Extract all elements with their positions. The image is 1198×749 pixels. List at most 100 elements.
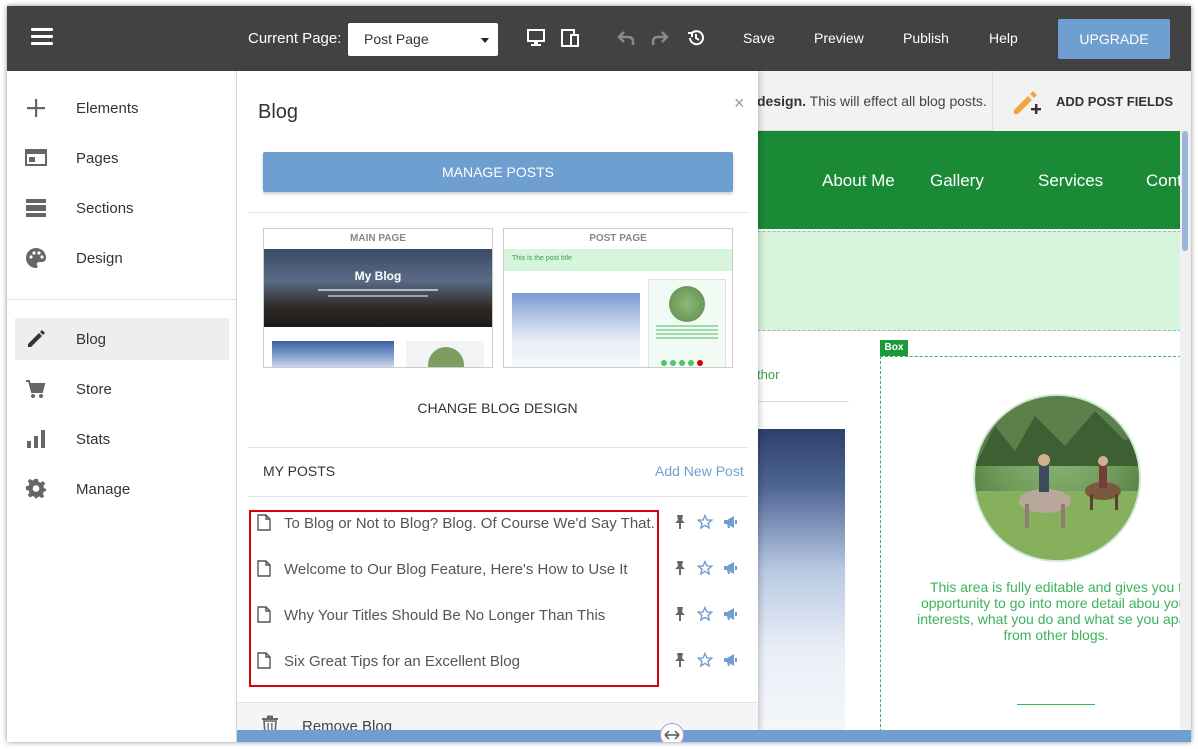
pin-icon[interactable] (672, 652, 688, 668)
upgrade-button[interactable]: UPGRADE (1058, 19, 1170, 59)
document-icon (257, 652, 271, 669)
thumbnail-social-dot (697, 360, 703, 366)
box-divider (1017, 704, 1095, 705)
sidebar-item-label: Manage (76, 481, 131, 498)
star-icon[interactable] (697, 606, 713, 622)
thumbnail-caption: MAIN PAGE (350, 233, 406, 244)
document-icon (257, 606, 271, 623)
box-label: Box (880, 340, 908, 356)
sections-icon (26, 199, 46, 217)
pencil-plus-icon (1014, 91, 1041, 114)
panel-divider (248, 212, 748, 213)
undo-icon[interactable] (616, 28, 636, 48)
post-title: To Blog or Not to Blog? Blog. Of Course … (284, 515, 655, 532)
preview-button[interactable]: Preview (814, 30, 864, 46)
megaphone-icon[interactable] (722, 652, 738, 668)
app-window: Current Page: Post Page Save Preview Pub… (7, 6, 1191, 742)
sidebar-item-stats[interactable]: Stats (15, 418, 229, 460)
thumbnail-text-line (328, 295, 428, 297)
panel-title: Blog (258, 101, 299, 123)
sidebar-divider (7, 299, 237, 300)
desktop-view-icon[interactable] (526, 28, 546, 48)
thumbnail-social-dot (661, 360, 667, 366)
chevron-down-icon (481, 38, 489, 43)
horse-riders-photo[interactable] (973, 394, 1141, 562)
current-page-value: Post Page (364, 31, 429, 47)
nav-link-services[interactable]: Services (1038, 171, 1103, 191)
blog-panel: Blog × MANAGE POSTS MAIN PAGE My Blog PO… (237, 71, 758, 742)
sidebar-item-elements[interactable]: Elements (15, 87, 229, 129)
cart-icon (26, 380, 46, 398)
stats-icon (27, 430, 45, 448)
bottom-resize-bar (237, 730, 1191, 742)
sidebar-item-pages[interactable]: Pages (15, 137, 229, 179)
top-toolbar: Current Page: Post Page Save Preview Pub… (7, 6, 1191, 71)
my-posts-heading: MY POSTS (263, 463, 336, 479)
publish-button[interactable]: Publish (903, 30, 949, 46)
megaphone-icon[interactable] (722, 560, 738, 576)
hamburger-menu-icon[interactable] (31, 28, 53, 46)
nav-link-gallery[interactable]: Gallery (930, 171, 984, 191)
plus-icon (27, 99, 45, 117)
content-divider (757, 401, 849, 402)
sidebar-item-manage[interactable]: Manage (15, 468, 229, 510)
star-icon[interactable] (697, 514, 713, 530)
post-image[interactable] (757, 429, 845, 742)
post-author-text: thor (757, 367, 780, 382)
box-description-text: This area is fully editable and gives yo… (917, 579, 1191, 643)
post-list-item[interactable]: To Blog or Not to Blog? Blog. Of Course … (257, 508, 737, 538)
thumbnail-caption: POST PAGE (589, 233, 647, 244)
sidebar-item-store[interactable]: Store (15, 368, 229, 410)
sidebar-item-label: Stats (76, 431, 111, 448)
current-page-select[interactable]: Post Page (348, 23, 498, 56)
panel-divider (248, 447, 748, 448)
left-sidebar: Elements Pages Sections Design Blog Stor… (7, 71, 237, 742)
thumbnail-post-title: This is the post title (512, 255, 572, 262)
sidebar-item-label: Elements (76, 100, 139, 117)
pencil-icon (28, 330, 45, 347)
sidebar-item-label: Blog (76, 331, 107, 348)
star-icon[interactable] (697, 560, 713, 576)
post-page-design-thumbnail[interactable]: POST PAGE This is the post title (503, 228, 733, 368)
redo-icon[interactable] (650, 28, 670, 48)
add-post-fields-button[interactable]: ADD POST FIELDS (992, 71, 1191, 131)
change-blog-design-button[interactable]: CHANGE BLOG DESIGN (237, 400, 758, 416)
manage-posts-button[interactable]: MANAGE POSTS (263, 152, 733, 192)
star-icon[interactable] (697, 652, 713, 668)
sidebar-item-sections[interactable]: Sections (15, 187, 229, 229)
thumbnail-text-line (318, 289, 438, 291)
sidebar-item-blog[interactable]: Blog (15, 318, 229, 360)
photo-illustration (975, 396, 1139, 560)
preview-scrollbar-thumb[interactable] (1182, 131, 1188, 251)
pin-icon[interactable] (672, 560, 688, 576)
pin-icon[interactable] (672, 514, 688, 530)
resize-handle[interactable] (660, 723, 684, 742)
pin-icon[interactable] (672, 606, 688, 622)
save-button[interactable]: Save (743, 30, 775, 46)
document-icon (257, 514, 271, 531)
blog-design-hint: design. This will effect all blog posts. (757, 93, 987, 109)
palette-icon (26, 248, 46, 268)
thumbnail-avatar (669, 286, 705, 322)
sidebar-item-label: Design (76, 250, 123, 267)
sidebar-item-label: Store (76, 381, 112, 398)
sidebar-item-design[interactable]: Design (15, 237, 229, 279)
post-list-item[interactable]: Why Your Titles Should Be No Longer Than… (257, 600, 737, 630)
megaphone-icon[interactable] (722, 606, 738, 622)
close-icon[interactable]: × (734, 93, 745, 114)
thumbnail-post-image (512, 293, 640, 367)
post-list-item[interactable]: Welcome to Our Blog Feature, Here's How … (257, 554, 737, 584)
history-icon[interactable] (686, 28, 706, 48)
add-new-post-link[interactable]: Add New Post (655, 463, 744, 479)
document-icon (257, 560, 271, 577)
megaphone-icon[interactable] (722, 514, 738, 530)
help-button[interactable]: Help (989, 30, 1018, 46)
mobile-view-icon[interactable] (560, 28, 580, 48)
thumbnail-social-dot (679, 360, 685, 366)
box-element[interactable]: This area is fully editable and gives yo… (880, 356, 1191, 742)
post-list-item[interactable]: Six Great Tips for an Excellent Blog (257, 646, 737, 676)
nav-link-contact[interactable]: Cont (1146, 171, 1182, 191)
nav-link-about-me[interactable]: About Me (822, 171, 895, 191)
sidebar-item-label: Pages (76, 150, 119, 167)
main-page-design-thumbnail[interactable]: MAIN PAGE My Blog (263, 228, 493, 368)
